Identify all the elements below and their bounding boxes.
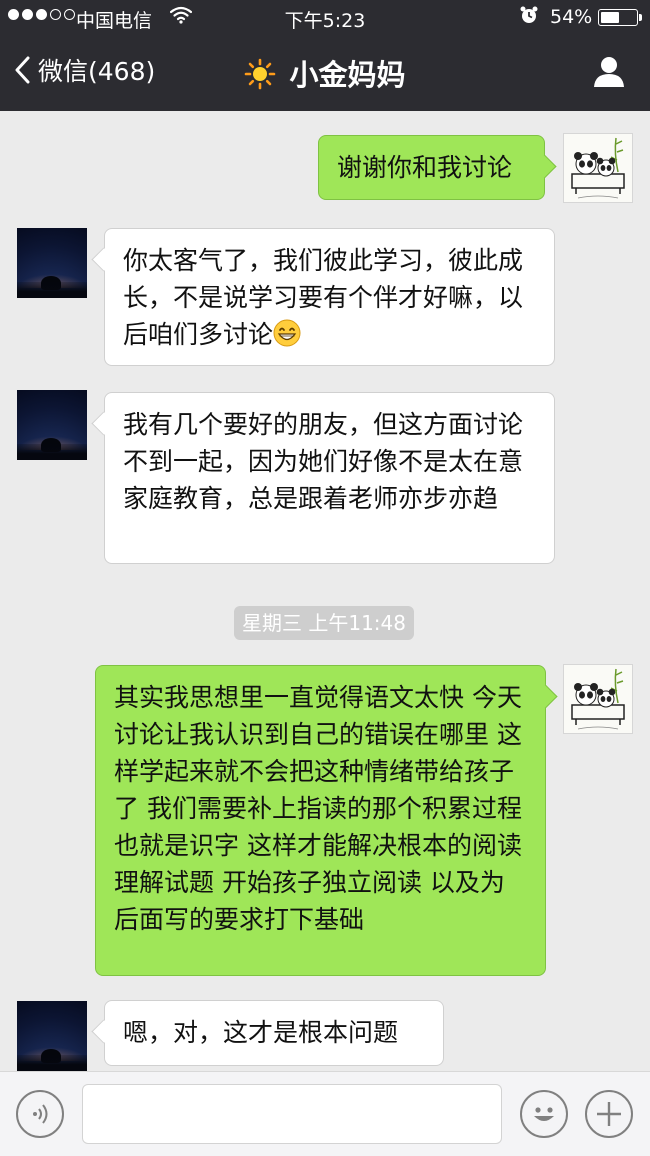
chat-title: 小金妈妈 xyxy=(0,52,650,94)
profile-button[interactable] xyxy=(592,54,626,92)
message-bubble-sent[interactable]: 谢谢你和我讨论 xyxy=(318,135,545,200)
status-bar: 中国电信 下午5:23 54% xyxy=(0,0,650,36)
contact-avatar[interactable] xyxy=(17,1001,87,1071)
panda-icon xyxy=(571,668,625,730)
my-avatar[interactable] xyxy=(563,664,633,734)
contact-avatar[interactable] xyxy=(17,228,87,298)
message-bubble-received[interactable]: 你太客气了，我们彼此学习，彼此成长，不是说学习要有个伴才好嘛，以后咱们多讨论 xyxy=(104,228,555,366)
emoji-icon xyxy=(534,1107,554,1121)
plus-button[interactable] xyxy=(585,1090,633,1138)
my-avatar[interactable] xyxy=(563,133,633,203)
message-timestamp: 星期三 上午11:48 xyxy=(234,606,414,640)
chat-title-text: 小金妈妈 xyxy=(289,58,406,92)
contact-avatar[interactable] xyxy=(17,390,87,460)
input-bar xyxy=(0,1071,650,1156)
voice-button[interactable] xyxy=(16,1090,64,1138)
battery-tip xyxy=(639,14,642,21)
person-icon xyxy=(594,57,624,87)
panda-icon xyxy=(571,137,625,199)
battery-icon xyxy=(598,9,638,26)
alarm-icon xyxy=(519,5,539,30)
message-text: 谢谢你和我讨论 xyxy=(337,153,513,182)
emoji-button[interactable] xyxy=(520,1090,568,1138)
message-input[interactable] xyxy=(82,1084,502,1144)
chat-area[interactable]: 谢谢你和我讨论 你太客气了，我们彼此学习，彼此成长，不是说学习要有个伴才好嘛，以… xyxy=(0,111,650,1071)
message-text: 其实我思想里一直觉得语文太快 今天讨论让我认识到自己的错误在哪里 这样学起来就不… xyxy=(114,683,522,934)
message-bubble-sent[interactable]: 其实我思想里一直觉得语文太快 今天讨论让我认识到自己的错误在哪里 这样学起来就不… xyxy=(95,665,546,976)
message-text: 你太客气了，我们彼此学习，彼此成长，不是说学习要有个伴才好嘛，以后咱们多讨论 xyxy=(123,246,524,349)
plus-icon xyxy=(597,1102,621,1126)
sun-icon xyxy=(244,58,286,92)
message-bubble-received[interactable]: 我有几个要好的朋友，但这方面讨论不到一起，因为她们好像不是太在意家庭教育，总是跟… xyxy=(104,392,555,564)
voice-icon xyxy=(33,1104,48,1124)
grinning-face-emoji-icon xyxy=(273,319,301,347)
message-text: 嗯，对，这才是根本问题 xyxy=(123,1018,399,1047)
top-bar: 中国电信 下午5:23 54% 微信(468) 小金妈妈 xyxy=(0,0,650,111)
battery-percentage: 54% xyxy=(550,6,593,28)
message-bubble-received[interactable]: 嗯，对，这才是根本问题 xyxy=(104,1000,444,1066)
message-text: 我有几个要好的朋友，但这方面讨论不到一起，因为她们好像不是太在意家庭教育，总是跟… xyxy=(123,410,524,513)
nav-bar: 微信(468) 小金妈妈 xyxy=(0,36,650,111)
